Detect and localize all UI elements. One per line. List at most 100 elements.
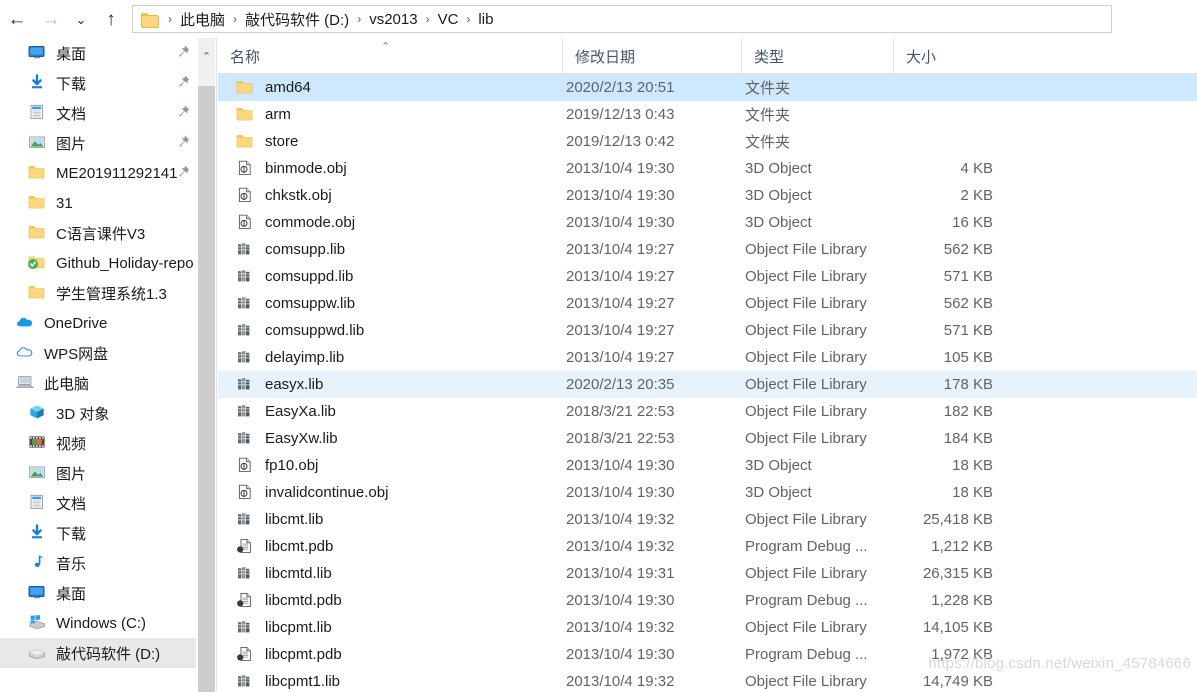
table-row[interactable]: comsupp.lib 2013/10/4 19:27 Object File Li… [218, 236, 1197, 263]
file-name-cell[interactable]: binmode.obj [236, 160, 347, 178]
file-name-cell[interactable]: comsuppw.lib [236, 295, 355, 313]
table-row[interactable]: delayimp.lib 2013/10/4 19:27 Object File L… [218, 344, 1197, 371]
sidebar-item-18[interactable]: 桌面 [0, 578, 196, 608]
sidebar-item-10[interactable]: WPS网盘 [0, 338, 196, 368]
file-name-cell[interactable]: comsupp.lib [236, 241, 345, 259]
table-row[interactable]: libcpmt.pdb 2013/10/4 19:30 Program Debug … [218, 641, 1197, 668]
forward-button[interactable]: → [34, 1, 68, 37]
sidebar-item-8[interactable]: 学生管理系统1.3 [0, 278, 196, 308]
file-name-cell[interactable]: libcmtd.lib [236, 565, 332, 583]
file-name-cell[interactable]: amd64 [236, 79, 311, 97]
table-row[interactable]: commode.obj 2013/10/4 19:30 3D Object 16 KB [218, 209, 1197, 236]
file-name-cell[interactable]: store [236, 133, 298, 151]
table-row[interactable]: store 2019/12/13 0:42 文件夹 [218, 128, 1197, 155]
table-row[interactable]: binmode.obj 2013/10/4 19:30 3D Object 4 KB [218, 155, 1197, 182]
file-list-pane[interactable]: 名称 修改日期 类型 大小 ⌃ amd64 2020/2/13 20:51 文件夹 arm 20… [218, 38, 1197, 692]
table-row[interactable]: fp10.obj 2013/10/4 19:30 3D Object 18 KB [218, 452, 1197, 479]
column-header-size[interactable]: 大小 [893, 38, 993, 74]
table-row[interactable]: comsuppd.lib 2013/10/4 19:27 Object File L… [218, 263, 1197, 290]
sidebar-scrollbar-thumb[interactable] [198, 86, 215, 692]
back-button[interactable]: ← [0, 1, 34, 37]
file-date-cell: 2013/10/4 19:30 [566, 457, 675, 474]
sidebar-item-3[interactable]: 图片 [0, 128, 196, 158]
sidebar-item-1[interactable]: 下载 [0, 68, 196, 98]
up-button[interactable]: ↑ [94, 1, 128, 37]
lib-file-icon [236, 511, 256, 529]
file-name-cell[interactable]: EasyXw.lib [236, 430, 338, 448]
table-row[interactable]: libcpmt.lib 2013/10/4 19:32 Object File Li… [218, 614, 1197, 641]
sidebar-item-4[interactable]: ME201911292141 [0, 158, 196, 188]
breadcrumb-item-3[interactable]: VC [436, 11, 461, 28]
table-row[interactable]: libcpmt1.lib 2013/10/4 19:32 Object File L… [218, 668, 1197, 692]
sidebar-item-12[interactable]: 3D 对象 [0, 398, 196, 428]
file-name-cell[interactable]: comsuppwd.lib [236, 322, 364, 340]
file-name-cell[interactable]: commode.obj [236, 214, 355, 232]
sidebar-item-9[interactable]: OneDrive [0, 308, 196, 338]
sidebar-item-14[interactable]: 图片 [0, 458, 196, 488]
table-row[interactable]: comsuppwd.lib 2013/10/4 19:27 Object File … [218, 317, 1197, 344]
sidebar-item-19[interactable]: Windows (C:) [0, 608, 196, 638]
table-row[interactable]: amd64 2020/2/13 20:51 文件夹 [218, 74, 1197, 101]
sidebar-item-13[interactable]: 视频 [0, 428, 196, 458]
obj-file-icon [236, 187, 256, 205]
pin-icon[interactable] [177, 135, 190, 149]
table-row[interactable]: chkstk.obj 2013/10/4 19:30 3D Object 2 KB [218, 182, 1197, 209]
file-name-label: chkstk.obj [265, 187, 332, 204]
table-row[interactable]: easyx.lib 2020/2/13 20:35 Object File Libr… [218, 371, 1197, 398]
sidebar-item-20[interactable]: 敲代码软件 (D:) [0, 638, 196, 668]
pin-icon[interactable] [177, 165, 190, 179]
breadcrumb[interactable]: › 此电脑 › 敲代码软件 (D:) › vs2013 › VC › lib [132, 5, 1112, 33]
column-header-type[interactable]: 类型 [741, 38, 893, 74]
pin-icon[interactable] [177, 75, 190, 89]
table-row[interactable]: libcmt.pdb 2013/10/4 19:32 Program Debug .… [218, 533, 1197, 560]
recent-locations-button[interactable]: ⌄ [68, 1, 94, 37]
file-name-cell[interactable]: comsuppd.lib [236, 268, 353, 286]
breadcrumb-item-1[interactable]: 敲代码软件 (D:) [243, 9, 351, 30]
file-name-cell[interactable]: libcpmt.pdb [236, 646, 342, 664]
sidebar-item-2[interactable]: 文档 [0, 98, 196, 128]
file-name-cell[interactable]: EasyXa.lib [236, 403, 336, 421]
breadcrumb-item-0[interactable]: 此电脑 [178, 9, 227, 30]
sidebar-item-0[interactable]: 桌面 [0, 38, 196, 68]
table-row[interactable]: EasyXa.lib 2018/3/21 22:53 Object File Lib… [218, 398, 1197, 425]
sidebar-item-5[interactable]: 31 [0, 188, 196, 218]
pdb-file-icon [236, 592, 256, 610]
pin-icon[interactable] [177, 45, 190, 59]
sidebar-item-17[interactable]: 音乐 [0, 548, 196, 578]
file-name-cell[interactable]: delayimp.lib [236, 349, 344, 367]
breadcrumb-separator: › [357, 12, 362, 26]
pin-icon[interactable] [177, 105, 190, 119]
sidebar-scrollbar[interactable]: ⌃ [198, 38, 215, 692]
breadcrumb-item-4[interactable]: lib [476, 11, 495, 28]
file-name-cell[interactable]: easyx.lib [236, 376, 323, 394]
breadcrumb-separator: › [233, 12, 238, 26]
file-date-cell: 2020/2/13 20:35 [566, 376, 675, 393]
sidebar-item-16[interactable]: 下载 [0, 518, 196, 548]
navigation-pane[interactable]: 桌面 下载 文档 图片 ME201911292141 31 C语言课件V3 Github_Ho… [0, 38, 196, 692]
file-name-cell[interactable]: invalidcontinue.obj [236, 484, 388, 502]
table-row[interactable]: libcmtd.pdb 2013/10/4 19:30 Program Debug … [218, 587, 1197, 614]
file-name-cell[interactable]: arm [236, 106, 291, 124]
table-row[interactable]: invalidcontinue.obj 2013/10/4 19:30 3D Obj… [218, 479, 1197, 506]
onedrive-icon [16, 314, 36, 332]
sidebar-item-11[interactable]: 此电脑 [0, 368, 196, 398]
sidebar-item-6[interactable]: C语言课件V3 [0, 218, 196, 248]
table-row[interactable]: libcmt.lib 2013/10/4 19:32 Object File Lib… [218, 506, 1197, 533]
file-name-cell[interactable]: fp10.obj [236, 457, 318, 475]
file-name-cell[interactable]: chkstk.obj [236, 187, 332, 205]
table-row[interactable]: arm 2019/12/13 0:43 文件夹 [218, 101, 1197, 128]
scroll-up-icon[interactable]: ⌃ [198, 38, 215, 74]
table-row[interactable]: libcmtd.lib 2013/10/4 19:31 Object File Li… [218, 560, 1197, 587]
file-name-cell[interactable]: libcmtd.pdb [236, 592, 342, 610]
column-header-date[interactable]: 修改日期 [562, 38, 741, 74]
sidebar-item-15[interactable]: 文档 [0, 488, 196, 518]
file-name-cell[interactable]: libcpmt1.lib [236, 673, 340, 691]
table-row[interactable]: EasyXw.lib 2018/3/21 22:53 Object File Lib… [218, 425, 1197, 452]
file-name-cell[interactable]: libcpmt.lib [236, 619, 332, 637]
table-row[interactable]: comsuppw.lib 2013/10/4 19:27 Object File L… [218, 290, 1197, 317]
file-name-cell[interactable]: libcmt.lib [236, 511, 323, 529]
pane-divider[interactable] [216, 38, 217, 692]
sidebar-item-7[interactable]: Github_Holiday-repo [0, 248, 196, 278]
file-name-cell[interactable]: libcmt.pdb [236, 538, 333, 556]
breadcrumb-item-2[interactable]: vs2013 [367, 11, 419, 28]
